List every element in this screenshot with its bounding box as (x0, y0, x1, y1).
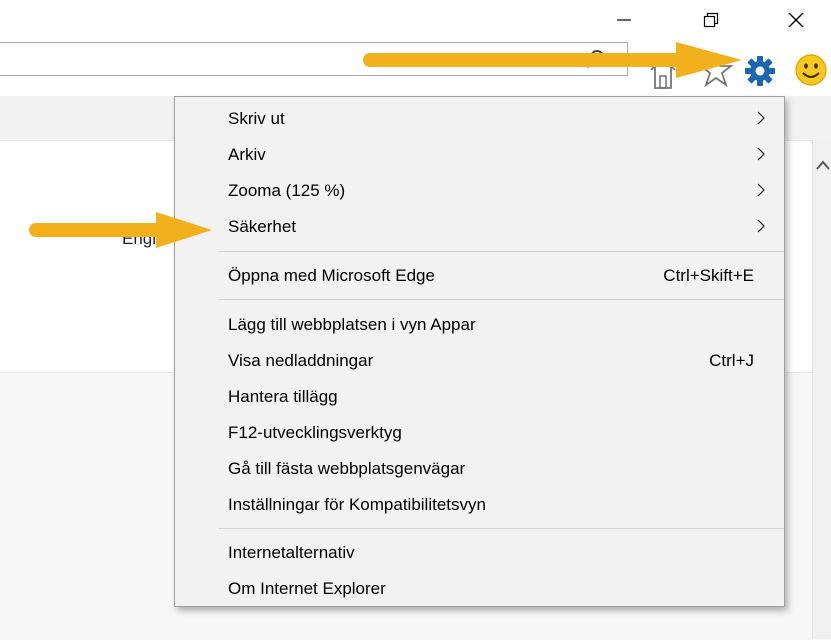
menu-item-label: Säkerhet (228, 217, 297, 236)
menu-item-label: Gå till fästa webbplatsgenvägar (228, 459, 466, 478)
smiley-icon[interactable] (794, 53, 828, 87)
menu-item-label: Öppna med Microsoft Edge (228, 266, 435, 285)
menu-item-label: Visa nedladdningar (228, 351, 374, 370)
menu-item-open-edge[interactable]: Öppna med Microsoft Edge Ctrl+Skift+E (175, 258, 784, 294)
menu-item-safety[interactable]: Säkerhet (175, 209, 784, 245)
menu-item-file[interactable]: Arkiv (175, 137, 784, 173)
menu-separator (219, 251, 784, 252)
close-button[interactable] (773, 0, 819, 40)
menu-item-compatibility-view[interactable]: Inställningar för Kompatibilitetsvyn (175, 487, 784, 523)
menu-item-label: Internetalternativ (228, 543, 355, 562)
menu-item-internet-options[interactable]: Internetalternativ (175, 535, 784, 571)
menu-item-label: Lägg till webbplatsen i vyn Appar (228, 315, 476, 334)
menu-item-label: Skriv ut (228, 109, 285, 128)
menu-item-about-ie[interactable]: Om Internet Explorer (175, 571, 784, 607)
tools-menu: Skriv ut Arkiv Zooma (125 %) Säkerhet Öp… (174, 96, 785, 607)
menu-item-add-to-apps[interactable]: Lägg till webbplatsen i vyn Appar (175, 307, 784, 343)
menu-item-manage-addons[interactable]: Hantera tillägg (175, 379, 784, 415)
chevron-right-icon (757, 111, 765, 125)
menu-separator (219, 528, 784, 529)
scroll-up-icon[interactable] (816, 160, 830, 170)
menu-item-zoom[interactable]: Zooma (125 %) (175, 173, 784, 209)
chevron-right-icon (757, 183, 765, 197)
menu-item-label: Arkiv (228, 145, 266, 164)
menu-item-label: Om Internet Explorer (228, 579, 386, 598)
close-icon (788, 12, 804, 28)
restore-icon (703, 12, 719, 28)
menu-item-pinned-sites[interactable]: Gå till fästa webbplatsgenvägar (175, 451, 784, 487)
menu-item-print[interactable]: Skriv ut (175, 101, 784, 137)
chevron-right-icon (757, 219, 765, 233)
menu-item-view-downloads[interactable]: Visa nedladdningar Ctrl+J (175, 343, 784, 379)
menu-separator (219, 299, 784, 300)
vertical-scrollbar[interactable] (812, 140, 831, 639)
menu-item-shortcut: Ctrl+Skift+E (663, 266, 754, 285)
annotation-arrow-gear (363, 42, 742, 78)
gear-icon[interactable] (744, 55, 776, 87)
menu-item-label: F12-utvecklingsverktyg (228, 423, 402, 442)
menu-item-shortcut: Ctrl+J (709, 351, 754, 370)
menu-item-label: Zooma (125 %) (228, 181, 346, 200)
menu-item-label: Inställningar för Kompatibilitetsvyn (228, 495, 486, 514)
chevron-right-icon (757, 147, 765, 161)
menu-item-developer-tools[interactable]: F12-utvecklingsverktyg (175, 415, 784, 451)
annotation-arrow-safety (29, 212, 212, 248)
minimize-icon (617, 19, 631, 21)
menu-item-label: Hantera tillägg (228, 387, 338, 406)
